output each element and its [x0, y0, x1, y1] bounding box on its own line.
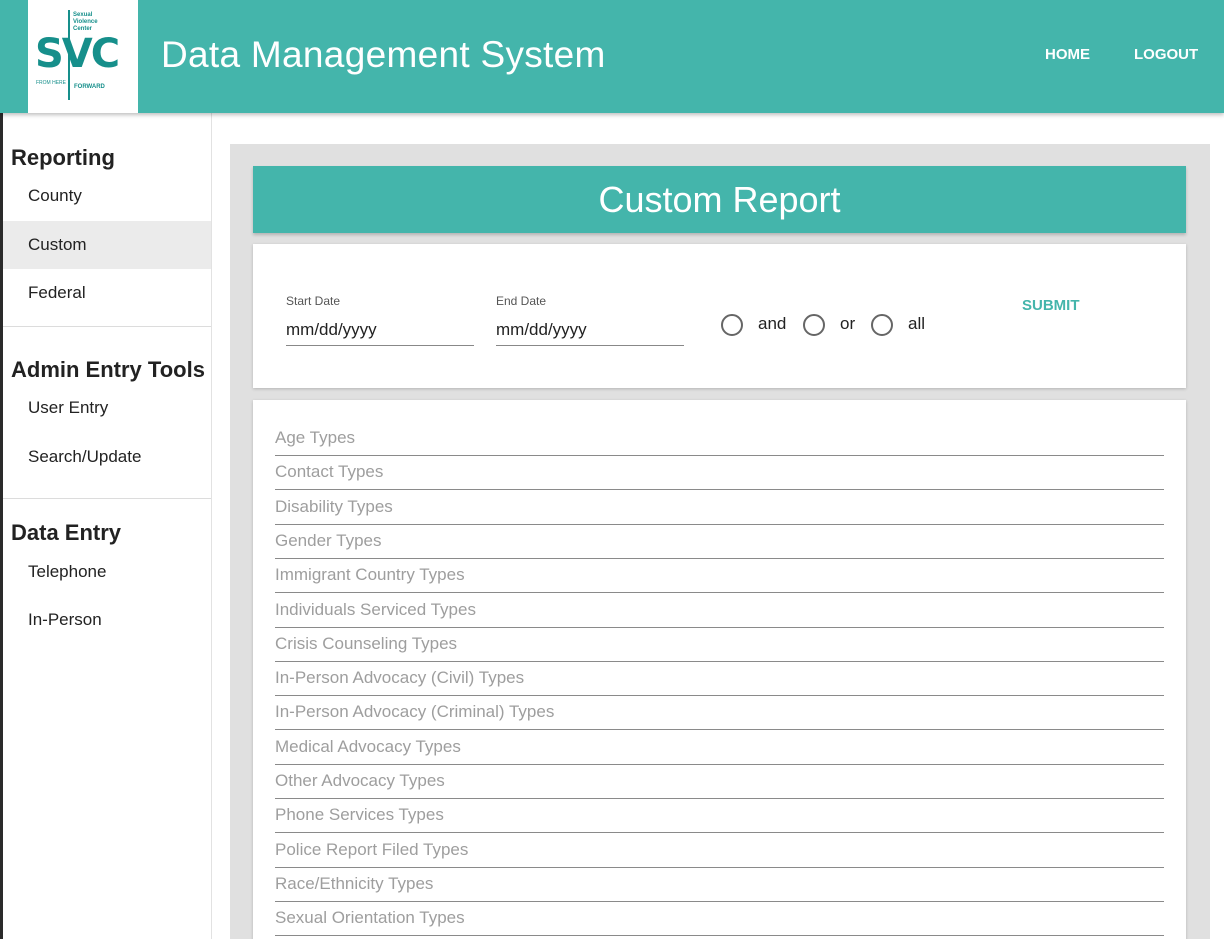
sidebar-divider: [3, 498, 211, 499]
sidebar-item-in-person[interactable]: In-Person: [3, 596, 211, 644]
logo-tagline-right: FORWARD: [74, 84, 105, 90]
type-label: Medical Advocacy Types: [275, 737, 461, 756]
type-label: Crisis Counseling Types: [275, 634, 458, 653]
type-row[interactable]: Immigrant Country Types: [275, 559, 1164, 593]
radio-all[interactable]: [871, 314, 893, 336]
radio-or-label: or: [840, 314, 856, 333]
radio-all-label: all: [908, 314, 926, 333]
submit-button[interactable]: SUBMIT: [1022, 297, 1080, 314]
type-row[interactable]: In-Person Advocacy (Criminal) Types: [275, 696, 1164, 730]
sidebar-item-user-entry[interactable]: User Entry: [3, 384, 211, 432]
type-label: Gender Types: [275, 531, 382, 550]
type-row[interactable]: Race/Ethnicity Types: [275, 868, 1164, 902]
type-label: Individuals Serviced Types: [275, 600, 476, 619]
sidebar-item-federal[interactable]: Federal: [3, 269, 211, 317]
type-label: Age Types: [275, 428, 356, 447]
type-label: Police Report Filed Types: [275, 840, 469, 859]
type-label: Sexual Orientation Types: [275, 908, 465, 927]
logo-org-name: Sexual Violence Center: [73, 12, 98, 32]
sidebar-section-data-entry: Data Entry: [11, 520, 122, 545]
radio-and[interactable]: [721, 314, 743, 336]
sidebar-divider: [3, 326, 211, 327]
type-row[interactable]: Other Advocacy Types: [275, 765, 1164, 799]
logo-tagline-left: FROM HERE: [36, 80, 66, 86]
type-row[interactable]: Individuals Serviced Types: [275, 594, 1164, 628]
type-label: Disability Types: [275, 497, 393, 516]
type-row[interactable]: Age Types: [275, 422, 1164, 456]
type-row[interactable]: Police Report Filed Types: [275, 834, 1164, 868]
type-label: Other Advocacy Types: [275, 771, 445, 790]
type-row[interactable]: Phone Services Types: [275, 799, 1164, 833]
end-date-label: End Date: [496, 294, 547, 308]
type-label: Phone Services Types: [275, 805, 444, 824]
sidebar-item-search-update[interactable]: Search/Update: [3, 433, 211, 481]
radio-and-label: and: [758, 314, 787, 333]
type-label: In-Person Advocacy (Civil) Types: [275, 668, 525, 687]
type-row[interactable]: In-Person Advocacy (Civil) Types: [275, 662, 1164, 696]
app-header: SVC Sexual Violence Center FROM HERE FOR…: [0, 0, 1224, 113]
nav-home-link[interactable]: HOME: [1045, 46, 1090, 63]
end-date-input[interactable]: [496, 314, 684, 346]
logo-wordmark: SVC: [35, 31, 120, 77]
type-label: Immigrant Country Types: [275, 565, 465, 584]
type-row[interactable]: Sexual Orientation Types: [275, 902, 1164, 936]
type-label: In-Person Advocacy (Criminal) Types: [275, 702, 555, 721]
sidebar-item-telephone[interactable]: Telephone: [3, 548, 211, 596]
app-title: Data Management System: [161, 34, 606, 75]
type-row[interactable]: Medical Advocacy Types: [275, 731, 1164, 765]
sidebar-section-reporting: Reporting: [11, 145, 115, 170]
start-date-input[interactable]: [286, 314, 474, 346]
svc-logo[interactable]: SVC Sexual Violence Center FROM HERE FOR…: [28, 0, 138, 113]
type-row[interactable]: Disability Types: [275, 491, 1164, 525]
type-row[interactable]: Contact Types: [275, 456, 1164, 490]
type-row[interactable]: Gender Types: [275, 525, 1164, 559]
type-label: Contact Types: [275, 462, 384, 481]
sidebar-item-custom[interactable]: Custom: [3, 221, 211, 269]
start-date-label: Start Date: [286, 294, 341, 308]
nav-logout-link[interactable]: LOGOUT: [1134, 46, 1198, 63]
report-title: Custom Report: [253, 166, 1186, 233]
sidebar-item-county[interactable]: County: [3, 172, 211, 220]
type-row[interactable]: Crisis Counseling Types: [275, 628, 1164, 662]
type-label: Race/Ethnicity Types: [275, 874, 434, 893]
radio-or[interactable]: [803, 314, 825, 336]
sidebar-section-admin: Admin Entry Tools: [11, 357, 205, 382]
